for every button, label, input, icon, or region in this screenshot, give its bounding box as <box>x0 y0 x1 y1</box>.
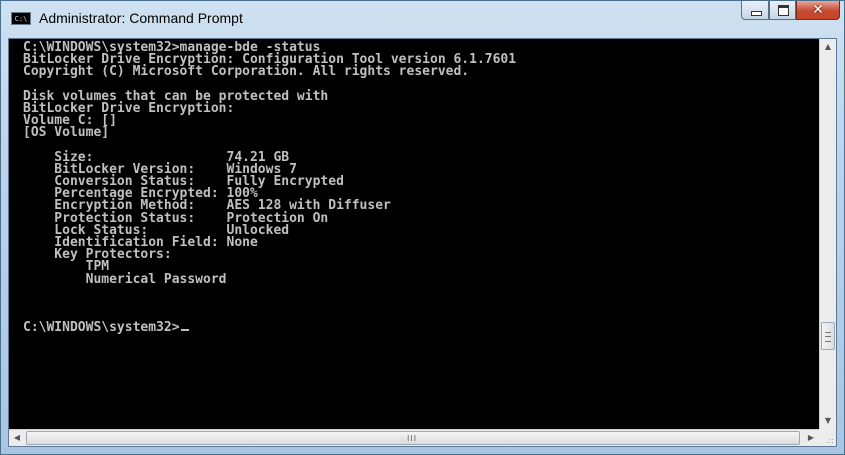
close-icon: ✕ <box>812 2 824 18</box>
vertical-scrollbar[interactable]: ▲ ▼ <box>819 39 836 429</box>
command-prompt-window: C:\ Administrator: Command Prompt ✕ C:\W… <box>0 0 845 455</box>
grip-icon: III <box>407 434 418 443</box>
scroll-down-arrow-icon[interactable]: ▼ <box>820 413 836 429</box>
maximize-icon <box>778 5 789 16</box>
console-line: Volume C: [] <box>23 113 117 129</box>
scroll-left-arrow-icon[interactable]: ◀ <box>9 430 25 446</box>
scroll-up-arrow-icon[interactable]: ▲ <box>820 39 836 55</box>
caption-buttons: ✕ <box>741 1 840 21</box>
horizontal-scrollbar[interactable]: ◀ III ▶ <box>9 429 819 446</box>
console-line: Key Protectors: <box>23 247 172 263</box>
window-title: Administrator: Command Prompt <box>39 10 243 26</box>
console-output[interactable]: C:\WINDOWS\system32>manage-bde -status Bi… <box>9 39 819 429</box>
console-line: BitLocker Drive Encryption: <box>23 100 235 116</box>
console-prompt-line[interactable]: C:\WINDOWS\system32> <box>23 320 819 336</box>
size-grip-icon: .:: <box>826 436 834 445</box>
console-client-area: C:\WINDOWS\system32>manage-bde -status Bi… <box>8 38 837 447</box>
title-bar[interactable]: C:\ Administrator: Command Prompt ✕ <box>1 1 844 37</box>
console-line: [OS Volume] <box>23 125 110 141</box>
vertical-scroll-thumb[interactable] <box>821 322 835 350</box>
close-button[interactable]: ✕ <box>796 1 840 20</box>
maximize-button[interactable] <box>769 1 796 20</box>
horizontal-scroll-thumb[interactable]: III <box>26 431 800 445</box>
size-grip[interactable]: .:: <box>819 429 836 446</box>
cmd-app-icon[interactable]: C:\ <box>11 12 31 25</box>
minimize-button[interactable] <box>741 1 769 20</box>
console-prompt: C:\WINDOWS\system32> <box>23 320 180 336</box>
console-text: C:\WINDOWS\system32>manage-bde -status Bi… <box>9 39 819 335</box>
console-line: Numerical Password <box>23 271 227 287</box>
scroll-right-arrow-icon[interactable]: ▶ <box>803 430 819 446</box>
minimize-icon <box>751 11 762 16</box>
grip-icon <box>825 332 831 342</box>
console-line: Copyright (C) Microsoft Corporation. All… <box>23 64 470 80</box>
text-cursor <box>180 329 189 332</box>
